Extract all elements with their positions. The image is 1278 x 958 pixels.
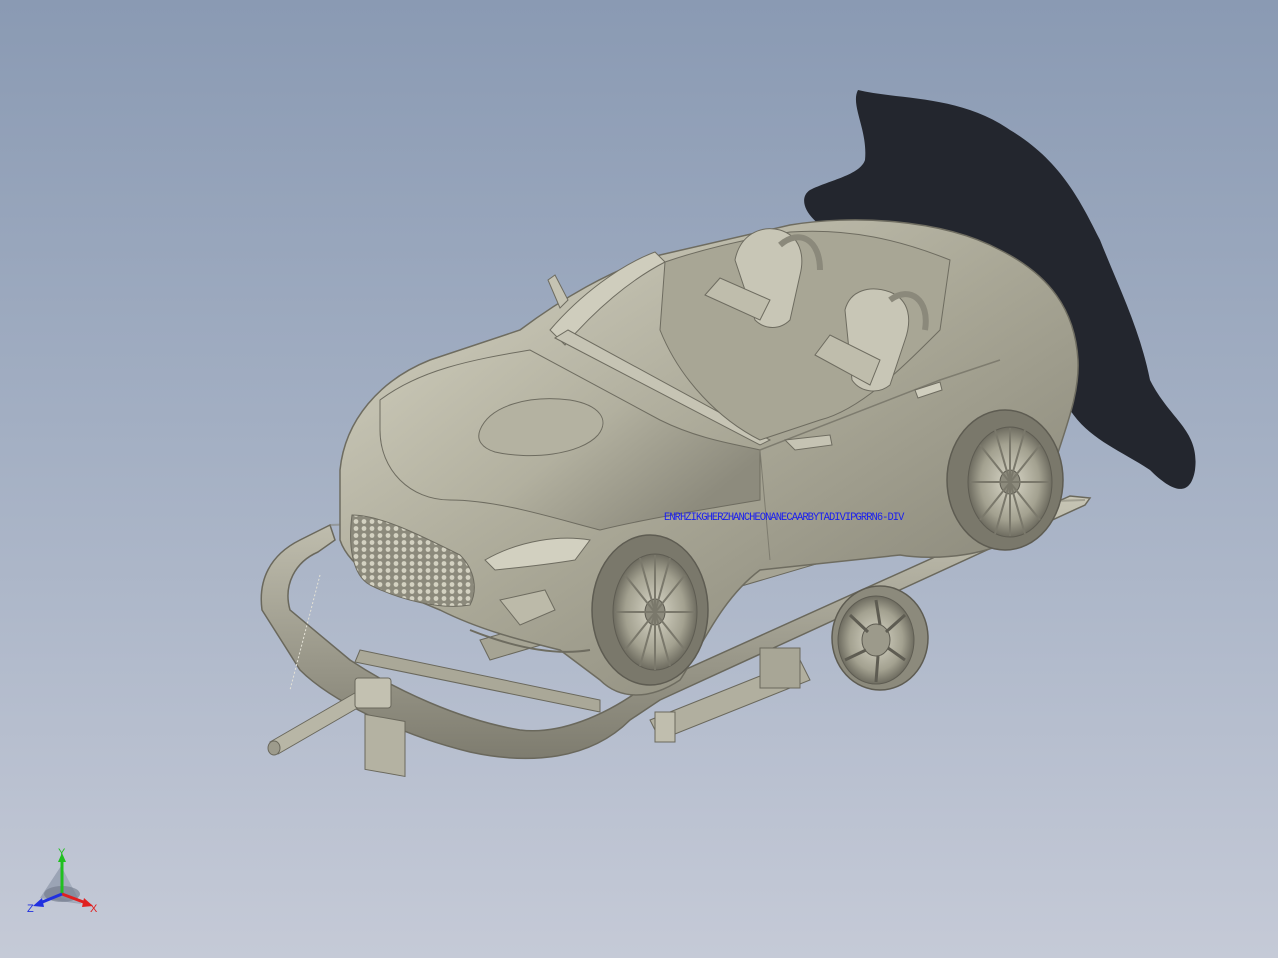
x-axis-label: X (90, 903, 98, 915)
3d-viewport[interactable]: ENRHZIKGHERZHANCHEONANECAARBYTADIVIPGRRN… (0, 0, 1278, 958)
front-wheel[interactable] (591, 534, 709, 686)
overlapping-annotation-text: ENRHZIKGHERZHANCHEONANECAARBYTADIVIPGRRN… (664, 512, 904, 524)
trailer-wheel[interactable] (831, 585, 929, 691)
y-axis-label: Y (58, 847, 66, 859)
rear-wheel[interactable] (946, 409, 1064, 551)
axis-triad: Y X Z (27, 847, 98, 915)
z-axis-label: Z (27, 903, 34, 915)
model-scene[interactable] (0, 0, 1278, 958)
